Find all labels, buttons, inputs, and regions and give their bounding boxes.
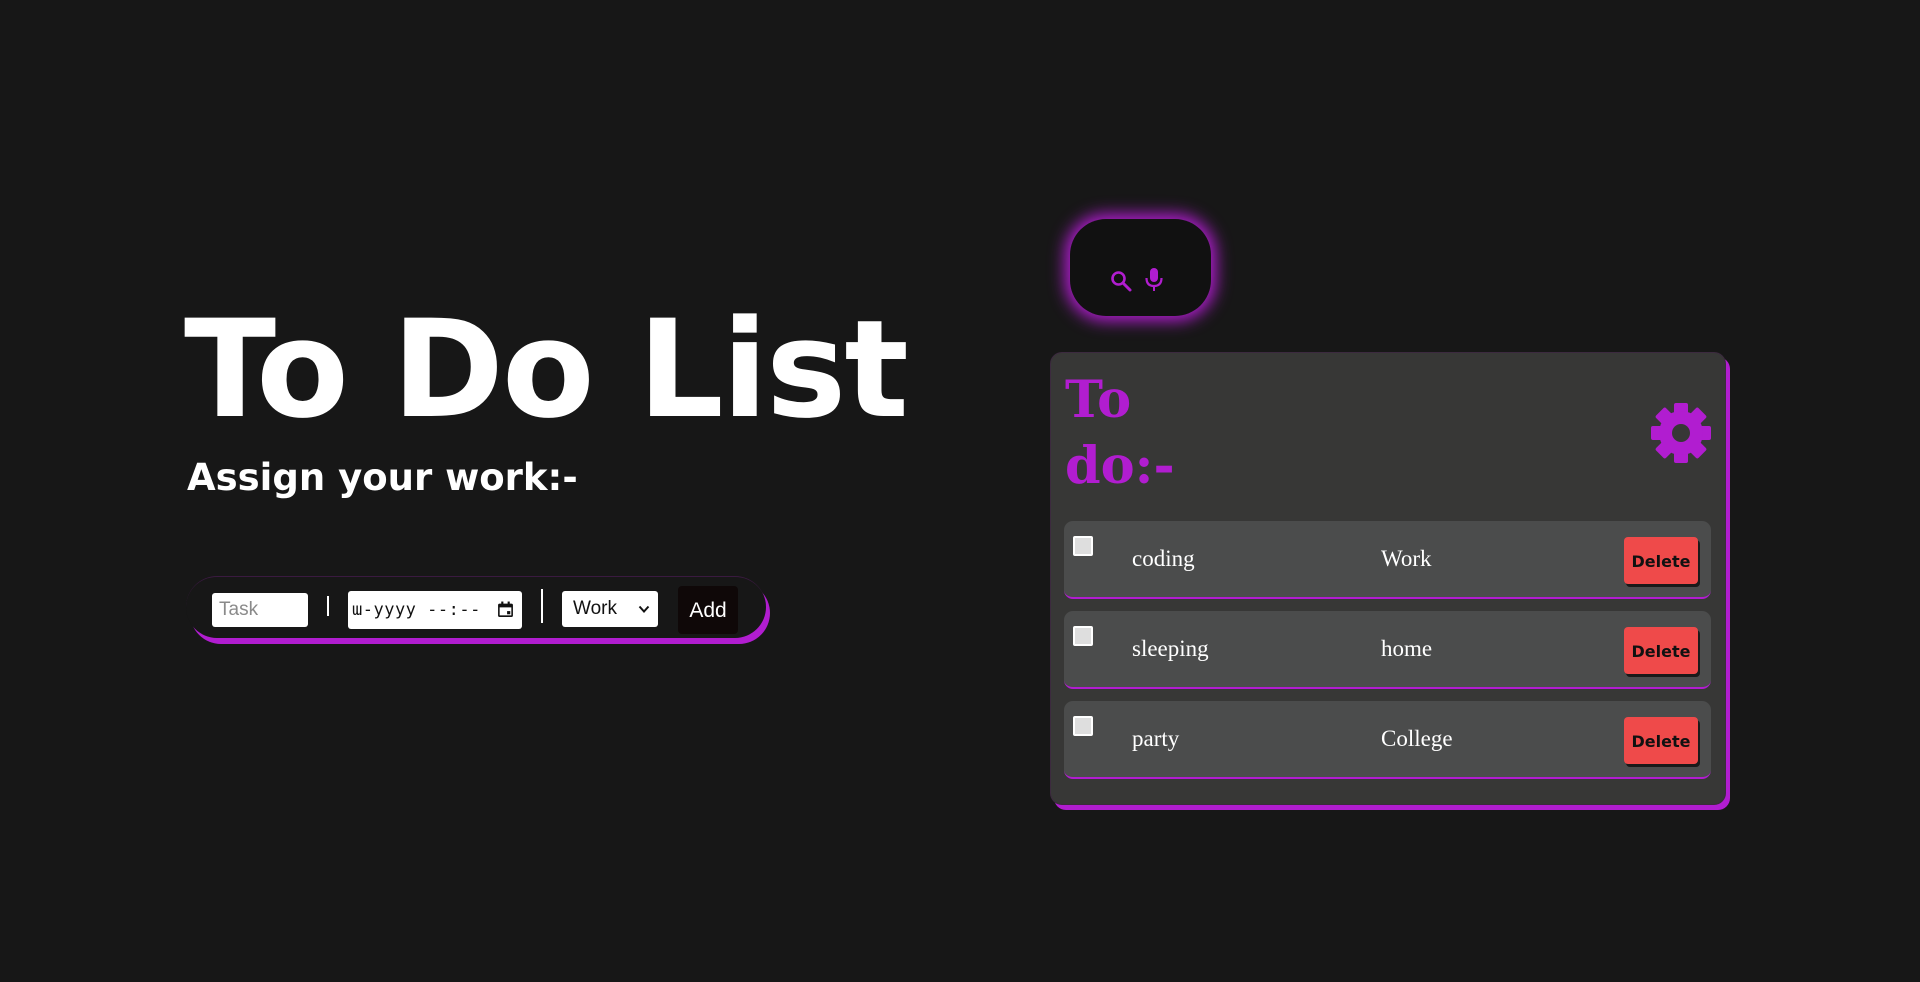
search-icon[interactable] <box>1109 269 1133 293</box>
category-select[interactable]: Work <box>562 591 658 627</box>
add-button[interactable]: Add <box>678 586 738 634</box>
delete-button[interactable]: Delete <box>1624 627 1698 674</box>
todo-task-category: College <box>1381 726 1453 751</box>
todo-item: coding Work Delete <box>1064 521 1711 599</box>
todo-task-name: coding <box>1132 546 1195 571</box>
chevron-down-icon <box>638 605 650 613</box>
gear-icon[interactable] <box>1649 401 1713 465</box>
todo-item: sleeping home Delete <box>1064 611 1711 689</box>
todo-item: party College Delete <box>1064 701 1711 779</box>
datetime-input[interactable]: ɯ-yyyy --:-- <box>348 591 522 629</box>
form-divider <box>541 589 543 623</box>
microphone-icon[interactable] <box>1144 267 1164 293</box>
todo-heading: To do:- <box>1065 370 1175 496</box>
todo-task-category: home <box>1381 636 1433 661</box>
delete-button[interactable]: Delete <box>1624 717 1698 764</box>
page-title: To Do List <box>184 291 909 448</box>
task-input[interactable] <box>212 593 308 627</box>
todo-task-name: sleeping <box>1132 636 1209 661</box>
task-form: ɯ-yyyy --:-- Work Add <box>186 576 766 638</box>
todo-task-category: Work <box>1381 546 1432 571</box>
todo-checkbox[interactable] <box>1073 626 1093 646</box>
category-selected-value: Work <box>573 598 617 619</box>
calendar-icon[interactable] <box>497 601 514 618</box>
delete-button[interactable]: Delete <box>1624 537 1698 584</box>
todo-task-name: party <box>1132 726 1180 751</box>
todo-checkbox[interactable] <box>1073 536 1093 556</box>
search-bar <box>1070 219 1211 316</box>
page-subtitle: Assign your work:- <box>187 456 578 499</box>
datetime-value: ɯ-yyyy --:-- <box>352 600 481 620</box>
todo-panel: To do:- coding Work Delete sleeping home… <box>1050 352 1726 805</box>
todo-checkbox[interactable] <box>1073 716 1093 736</box>
form-separator <box>327 596 329 616</box>
